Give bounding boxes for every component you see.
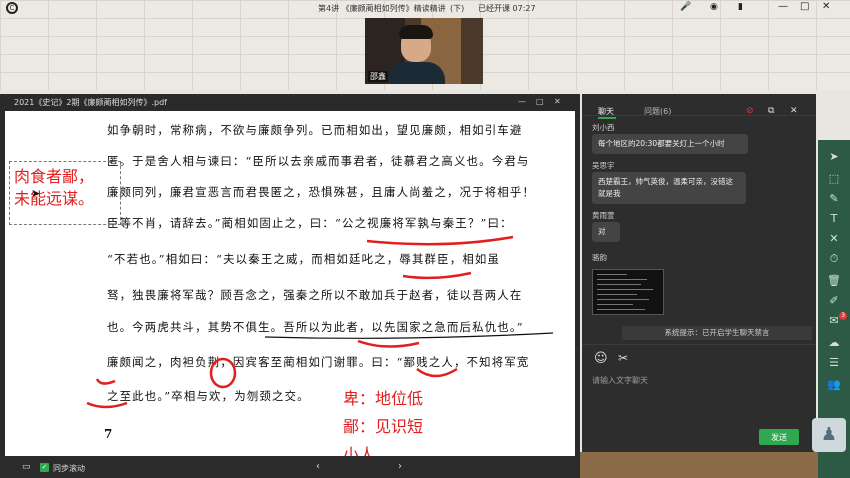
pdf-viewer: 2021《史记》2期《廉颇蔺相如列传》.pdf — □ ✕ 如争朝时，常称病，不… [0,94,645,478]
network-signal-icon: ▮ [738,2,743,12]
system-tip: 系统提示：已开启学生聊天禁言 [622,326,812,340]
tab-chat[interactable]: 聊天 [598,106,616,119]
chat-input-area: ☺ ✂ 发送 [582,344,816,452]
sync-scroll-checkbox[interactable]: ✓ [40,463,49,472]
popout-icon[interactable]: ⧉ [768,106,774,116]
pointer-icon[interactable]: ➤ [818,150,850,163]
users-icon[interactable]: 👥 [818,378,850,391]
lesson-title: 第4讲 《廉颇蔺相如列传》精读精讲 [318,4,446,13]
maximize-button[interactable]: □ [800,1,809,12]
teacher-avatar[interactable]: ♟ [812,418,846,452]
sidebar-toggle-icon[interactable]: ▭ [22,462,31,472]
message-sender: 黄雨萱 [592,211,615,220]
emoji-icon[interactable]: ☺ [594,351,608,366]
class-time: 已经开课 07:27 [478,4,536,13]
pdf-titlebar: 2021《史记》2期《廉颇蔺相如列传》.pdf — □ ✕ [0,94,580,110]
message-sender: 骆韵 [592,253,607,262]
mode-badge: (下) [450,4,465,13]
message-bubble: 每个地区的20:30都要关灯上一个小时 [592,134,748,154]
ink-annotations [86,235,554,409]
close-button[interactable]: ✕ [822,1,830,12]
pdf-title: 2021《史记》2期《廉颇蔺相如列传》.pdf [14,98,167,107]
edit-icon[interactable]: ✐ [818,294,850,307]
minimize-button[interactable]: — [778,1,788,12]
pdf-close-button[interactable]: ✕ [554,97,561,106]
send-button[interactable]: 发送 [759,429,799,445]
message-sender: 吴思宇 [592,161,615,170]
pdf-maximize-button[interactable]: □ [536,97,544,106]
cloud-icon[interactable]: ☁ [818,336,850,349]
camera-icon[interactable]: ◉ [710,2,718,12]
next-page-button[interactable]: › [398,461,402,472]
screenshot-icon[interactable]: ✂ [618,351,628,365]
pen-icon[interactable]: ✎ [818,192,850,205]
chat-panel: 聊天 问题(6) ⊘ ⧉ ✕ 刘小西 每个地区的20:30都要关灯上一个小时 吴… [582,94,816,452]
clear-icon[interactable]: ✕ [818,232,850,245]
timer-icon[interactable]: ⏱ [818,252,850,266]
message-bubble: 对 [592,222,620,242]
pdf-minimize-button[interactable]: — [518,97,526,106]
prev-page-button[interactable]: ‹ [316,461,320,472]
sync-scroll-label: 同步滚动 [53,464,85,473]
pdf-bottombar: ▭ ✓ 同步滚动 ‹ › 4 / 6 [0,458,645,478]
teacher-video: 邵鑫 [365,18,483,84]
video-name-label: 邵鑫 [368,71,388,82]
tab-questions[interactable]: 问题(6) [644,106,671,117]
close-chat-icon[interactable]: ✕ [790,106,798,116]
microphone-icon[interactable]: 🎤 [680,2,691,12]
chat-tabs: 聊天 问题(6) ⊘ ⧉ ✕ [582,94,816,119]
delete-icon[interactable]: 🗑 [818,274,850,287]
app-logo-icon: C [6,2,18,14]
message-sender: 刘小西 [592,123,615,132]
mute-chat-icon[interactable]: ⊘ [746,106,754,116]
text-tool-icon[interactable]: T [818,212,850,225]
chat-input[interactable] [592,373,806,387]
pdf-page[interactable]: 如争朝时，常称病，不欲与廉颇争列。已而相如出，望见廉颇，相如引车避 匿。于是舍人… [5,111,575,456]
message-bubble: 西楚霸王，帅气英俊，温柔可亲，没错这就是我 [592,172,746,204]
select-icon[interactable]: ⬚ [818,172,850,185]
students-icon[interactable]: ☰ [818,356,850,369]
image-message[interactable] [592,269,664,315]
top-info-bar: C 第4讲 《廉颇蔺相如列传》精读精讲 (下) 已经开课 07:27 🎤 ◉ ▮… [0,0,850,16]
chat-badge: 3 [839,312,847,320]
board-frame [580,452,818,478]
